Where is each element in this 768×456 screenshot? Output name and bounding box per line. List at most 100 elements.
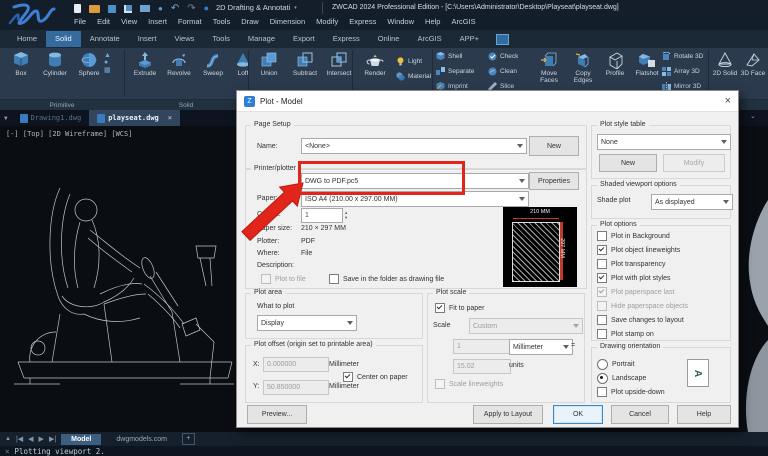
tab-annotate[interactable]: Annotate <box>81 31 129 47</box>
menu-insert[interactable]: Insert <box>148 17 167 26</box>
what-to-plot-select[interactable]: Display <box>257 315 357 331</box>
workspace-switch-icon[interactable]: ● <box>204 4 209 13</box>
pyramid-icon[interactable]: ▲ <box>104 52 111 59</box>
primitive-extra-shapes[interactable]: ▲ ● ▦ <box>104 52 111 74</box>
ribbon-button-shell[interactable]: Shell <box>436 49 474 64</box>
ribbon-button-cylinder[interactable]: Cylinder <box>38 51 72 77</box>
landscape-radio[interactable]: Landscape <box>597 373 646 383</box>
save-in-folder-checkbox[interactable]: Save in the folder as drawing file <box>329 274 444 284</box>
undo-icon[interactable]: ↶ <box>171 4 179 14</box>
properties-button[interactable]: Properties <box>529 172 579 190</box>
fit-to-paper-checkbox[interactable]: Fit to paper <box>435 303 484 313</box>
close-icon[interactable]: × <box>725 95 731 107</box>
preview-button[interactable]: Preview... <box>247 405 307 424</box>
page-setup-new-button[interactable]: New <box>529 136 579 156</box>
plot-icon[interactable] <box>140 5 150 12</box>
tab-home[interactable]: Home <box>8 31 46 47</box>
last-tab-icon[interactable]: ▶| <box>49 435 56 443</box>
open-file-icon[interactable] <box>89 5 100 13</box>
plot-stamp-on-checkbox[interactable]: Plot stamp on <box>597 329 654 339</box>
menu-view[interactable]: View <box>121 17 137 26</box>
layout-tab-dwgmodels[interactable]: dwgmodels.com <box>106 434 177 445</box>
dialog-title-bar[interactable]: Z Plot - Model × <box>237 91 738 112</box>
ribbon-button-move-faces[interactable]: Move Faces <box>532 51 566 85</box>
command-line[interactable]: × Plotting viewport 2. <box>0 446 768 456</box>
close-tab-icon[interactable]: × <box>168 114 172 122</box>
ribbon-panel-toggle-icon[interactable] <box>496 34 509 45</box>
ribbon-button-sweep[interactable]: Sweep <box>196 51 230 77</box>
tab-online[interactable]: Online <box>369 31 409 47</box>
plot-transparency-checkbox[interactable]: Plot transparency <box>597 259 665 269</box>
ribbon-button-check[interactable]: Check <box>488 49 518 64</box>
torus-icon[interactable]: ● <box>104 59 111 66</box>
command-close-icon[interactable]: × <box>5 447 10 456</box>
tab-manage[interactable]: Manage <box>239 31 284 47</box>
plot-style-new-button[interactable]: New <box>599 154 657 172</box>
ribbon-button-light[interactable]: Light <box>396 54 431 69</box>
ribbon-button-union[interactable]: Union <box>252 51 286 77</box>
ribbon-button-flatshot[interactable]: Flatshot <box>630 51 664 77</box>
ok-button[interactable]: OK <box>553 405 603 424</box>
menu-arcgis[interactable]: ArcGIS <box>451 17 475 26</box>
help-button[interactable]: Help <box>677 405 731 424</box>
save-icon[interactable] <box>108 5 116 13</box>
save-changes-to-layout-checkbox[interactable]: Save changes to layout <box>597 315 684 325</box>
tab-tools[interactable]: Tools <box>203 31 239 47</box>
ribbon-button-revolve[interactable]: Revolve <box>162 51 196 77</box>
ribbon-button-intersect[interactable]: Intersect <box>322 51 356 77</box>
ribbon-button-copy-edges[interactable]: Copy Edges <box>566 51 600 85</box>
plot-upside-down-checkbox[interactable]: Plot upside-down <box>597 387 665 397</box>
tab-export[interactable]: Export <box>284 31 324 47</box>
ribbon-button-2d-solid[interactable]: 2D Solid <box>712 51 738 77</box>
mesh-icon[interactable]: ▦ <box>104 66 111 74</box>
portrait-radio[interactable]: Portrait <box>597 359 635 369</box>
menu-dimension[interactable]: Dimension <box>270 17 305 26</box>
ribbon-button-box[interactable]: Box <box>4 51 38 77</box>
tab-express[interactable]: Express <box>324 31 369 47</box>
ribbon-button-separate[interactable]: Separate <box>436 64 474 79</box>
expand-tabs-icon[interactable]: ▲ <box>5 436 11 442</box>
plot-style-select[interactable]: None <box>597 134 731 150</box>
menu-window[interactable]: Window <box>387 17 414 26</box>
workspace-dropdown[interactable]: 2D Drafting & Annotati ▾ <box>216 3 297 12</box>
doc-tab-drawing1[interactable]: Drawing1.dwg <box>12 110 90 126</box>
plot-with-plot-styles-checkbox[interactable]: Plot with plot styles <box>597 273 671 283</box>
menu-tools[interactable]: Tools <box>213 17 231 26</box>
plot-in-background-checkbox[interactable]: Plot in Background <box>597 231 670 241</box>
center-on-paper-checkbox[interactable]: Center on paper <box>343 372 408 382</box>
cancel-button[interactable]: Cancel <box>611 405 669 424</box>
next-tab-icon[interactable]: ▶ <box>39 435 44 443</box>
menu-file[interactable]: File <box>74 17 86 26</box>
ribbon-button-extrude[interactable]: Extrude <box>128 51 162 77</box>
ribbon-button-clean[interactable]: Clean <box>488 64 518 79</box>
ribbon-button-subtract[interactable]: Subtract <box>288 51 322 77</box>
panel-label-solid[interactable]: Solid <box>126 102 246 109</box>
redo-icon[interactable]: ↷ <box>187 4 195 14</box>
menu-edit[interactable]: Edit <box>97 17 110 26</box>
prev-tab-icon[interactable]: ◀ <box>28 435 33 443</box>
copies-stepper[interactable]: 1 ▴▾ <box>301 208 347 223</box>
shade-plot-select[interactable]: As displayed <box>651 194 733 210</box>
tab-solid[interactable]: Solid <box>46 31 81 47</box>
menu-modify[interactable]: Modify <box>316 17 338 26</box>
menu-help[interactable]: Help <box>425 17 440 26</box>
ribbon-button-render[interactable]: Render <box>358 51 392 77</box>
tab-views[interactable]: Views <box>166 31 204 47</box>
plot-object-lineweights-checkbox[interactable]: Plot object lineweights <box>597 245 680 255</box>
tab-arcgis[interactable]: ArcGIS <box>408 31 450 47</box>
ribbon-button-array-3d[interactable]: Array 3D <box>662 64 703 79</box>
first-tab-icon[interactable]: |◀ <box>16 435 23 443</box>
doc-tabs-menu-icon[interactable]: ▼ <box>0 115 12 122</box>
tab-app-plus[interactable]: APP+ <box>451 31 488 47</box>
ribbon-button-3d-face[interactable]: 3D Face <box>740 51 766 77</box>
panel-label-primitive[interactable]: Primitive <box>2 102 122 109</box>
workspace-sphere-icon[interactable]: ● <box>158 5 163 13</box>
new-file-icon[interactable] <box>74 4 81 13</box>
add-layout-tab-button[interactable]: + <box>182 433 195 445</box>
doc-tab-playseat[interactable]: playseat.dwg × <box>89 110 180 126</box>
save-as-icon[interactable] <box>124 5 132 13</box>
menu-draw[interactable]: Draw <box>241 17 259 26</box>
ribbon-button-rotate-3d[interactable]: Rotate 3D <box>662 49 703 64</box>
ribbon-button-material[interactable]: Material <box>396 69 431 84</box>
model-tab[interactable]: Model <box>61 434 101 445</box>
